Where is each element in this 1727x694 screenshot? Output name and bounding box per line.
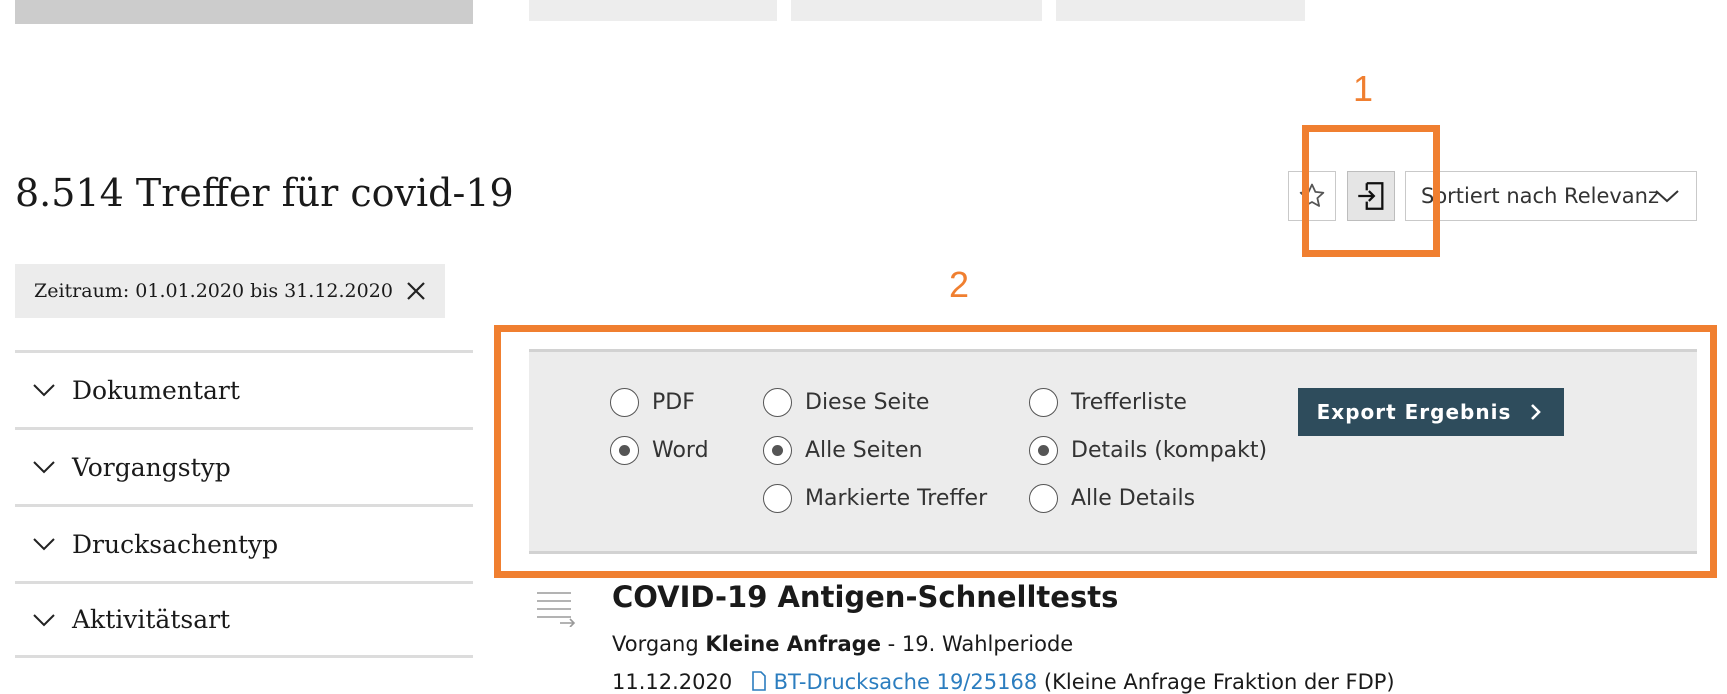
facet-list: Dokumentart Vorgangstyp Drucksachentyp A…	[15, 350, 473, 658]
result-meta-suffix: - 19. Wahlperiode	[880, 632, 1074, 656]
annotation-number-2: 2	[949, 264, 970, 305]
result-date: 11.12.2020	[612, 670, 733, 694]
sort-dropdown[interactable]: Sortiert nach Relevanz	[1405, 171, 1697, 221]
filter-chip-label: Zeitraum: 01.01.2020 bis 31.12.2020	[34, 280, 393, 302]
facet-label: Aktivitätsart	[72, 605, 231, 634]
chevron-down-icon	[33, 613, 55, 626]
result-meta-2: 11.12.2020 BT-Drucksache 19/25168 (Klein…	[612, 670, 1395, 694]
document-icon	[752, 671, 766, 691]
chevron-down-icon	[33, 384, 55, 397]
facet-dokumentart[interactable]: Dokumentart	[15, 350, 473, 427]
sort-label: Sortiert nach Relevanz	[1421, 184, 1660, 208]
facet-drucksachentyp[interactable]: Drucksachentyp	[15, 504, 473, 581]
chevron-down-icon	[33, 538, 55, 551]
facet-label: Drucksachentyp	[72, 529, 279, 559]
top-tab-3[interactable]	[1056, 0, 1305, 21]
result-meta: Vorgang Kleine Anfrage - 19. Wahlperiode	[612, 632, 1073, 656]
results-title: 8.514 Treffer für covid-19	[15, 171, 514, 215]
facet-aktivitaetsart[interactable]: Aktivitätsart	[15, 581, 473, 658]
result-title[interactable]: COVID-19 Antigen-Schnelltests	[612, 580, 1118, 614]
result-doc-link[interactable]: BT-Drucksache 19/25168	[774, 670, 1038, 694]
close-icon[interactable]	[405, 280, 427, 302]
active-filter-chip: Zeitraum: 01.01.2020 bis 31.12.2020	[15, 264, 445, 318]
facet-vorgangstyp[interactable]: Vorgangstyp	[15, 427, 473, 504]
chevron-down-icon	[1655, 190, 1679, 203]
annotation-number-1: 1	[1353, 68, 1374, 109]
facet-label: Dokumentart	[72, 375, 240, 405]
list-icon	[537, 592, 576, 627]
result-meta-type: Kleine Anfrage	[705, 632, 881, 656]
top-tab-2[interactable]	[791, 0, 1042, 21]
chevron-down-icon	[33, 461, 55, 474]
top-tab-1[interactable]	[529, 0, 777, 21]
facet-label: Vorgangstyp	[72, 452, 231, 482]
annotation-box-1	[1302, 125, 1440, 257]
result-meta-prefix: Vorgang	[612, 632, 699, 656]
result-doc-note: (Kleine Anfrage Fraktion der FDP)	[1043, 670, 1395, 694]
annotation-box-2	[494, 325, 1717, 578]
top-sidebar-element	[15, 0, 473, 24]
